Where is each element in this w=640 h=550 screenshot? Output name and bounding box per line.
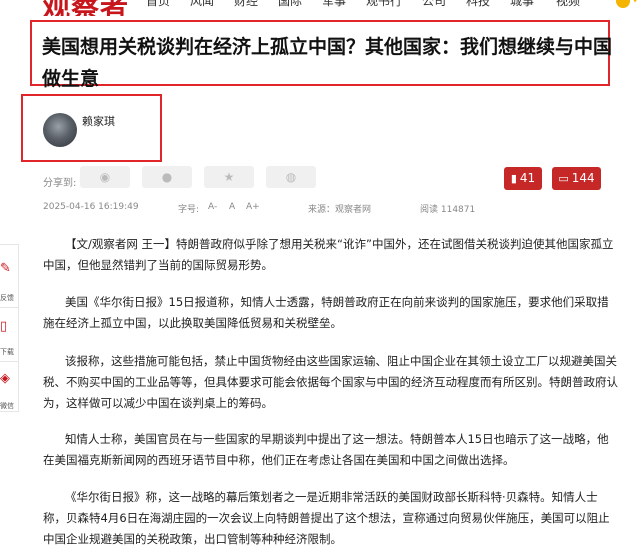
author-name[interactable]: 赖家琪 [82,113,115,129]
nav-item-home[interactable]: 首页 [146,0,170,9]
comment-icon: ▭ [558,172,569,185]
floating-sidebar: ✎ 反馈 ▯ 下载 ◈ 微信 [0,244,19,412]
article-paragraph: 美国《华尔街日报》15日报道称，知情人士透露，特朗普政府正在向前来谈判的国家施压… [43,295,609,330]
share-wechat-button[interactable]: ◍ [266,166,316,188]
article-paragraph: 《华尔街日报》称，这一战略的幕后策划者之一是近期非常活跃的美国财政部长斯科特·贝… [43,490,610,546]
bookmark-icon: ▮ [510,172,517,185]
nav-item-finance[interactable]: 财经 [234,0,258,9]
article-paragraph: 【文/观察者网 王一】特朗普政府似乎除了想用关税来“讹诈”中国外，还在试图借关税… [43,237,614,272]
font-smaller-button[interactable]: A- [208,202,217,212]
sidebar-item-feedback[interactable]: 反馈 [0,293,14,303]
font-normal-button[interactable]: A [229,202,235,212]
nav-item-company[interactable]: 公司 [422,0,446,9]
share-weibo-button[interactable]: ◉ [80,166,130,188]
sidebar-item-wechat[interactable]: 微信 [0,401,14,411]
check-icon: ✓ [632,0,640,6]
wechat-icon: ◍ [285,170,297,184]
user-badge-icon[interactable] [616,0,630,8]
article-paragraph: 该报称，这些措施可能包括，禁止中国货物经由这些国家运输、阻止中国企业在其领土设立… [43,354,618,410]
font-larger-button[interactable]: A+ [246,202,260,212]
qq-icon: ● [161,170,173,184]
share-favorite-button[interactable]: ★ [204,166,254,188]
author-avatar[interactable] [43,113,77,147]
wechat-share-icon[interactable]: ◈ [0,371,10,386]
font-size-label: 字号: [178,205,200,215]
feedback-icon[interactable]: ✎ [0,261,11,276]
comment-count-button[interactable]: ▭ 144 [552,167,601,190]
nav-item-military[interactable]: 军事 [322,0,346,9]
publish-date: 2025-04-16 16:19:49 [43,202,139,212]
nav-item-video[interactable]: 视频 [556,0,580,9]
share-qq-button[interactable]: ● [142,166,192,188]
nav-item-city[interactable]: 城事 [510,0,534,9]
download-icon[interactable]: ▯ [0,319,7,334]
site-logo[interactable]: 观察者 [42,0,129,16]
sidebar-divider [0,307,18,308]
bookmark-count-button[interactable]: ▮ 41 [504,167,542,190]
view-count: 阅读 114871 [420,205,476,215]
article-paragraph: 知情人士称，美国官员在与一些国家的早期谈判中提出了这一想法。特朗普本人15日也暗… [43,432,609,467]
article-source: 来源：观察者网 [308,205,372,215]
weibo-icon: ◉ [99,170,111,184]
nav-item-fengwen[interactable]: 风闻 [190,0,214,9]
bookmark-count: 41 [519,171,536,185]
nav-item-international[interactable]: 国际 [278,0,302,9]
sidebar-item-download[interactable]: 下载 [0,347,14,357]
comment-count: 144 [571,171,595,185]
top-nav: 观察者 首页 风闻 财经 国际 军事 观书行 公司 科技 城事 视频 ✓ [0,0,640,16]
nav-item-books[interactable]: 观书行 [366,0,402,9]
sidebar-divider [0,361,18,362]
nav-item-tech[interactable]: 科技 [466,0,490,9]
star-icon: ★ [223,170,235,184]
share-label: 分享到: [43,178,77,189]
article-title: 美国想用关税谈判在经济上孤立中国？其他国家：我们想继续与中国做生意 [42,36,613,90]
